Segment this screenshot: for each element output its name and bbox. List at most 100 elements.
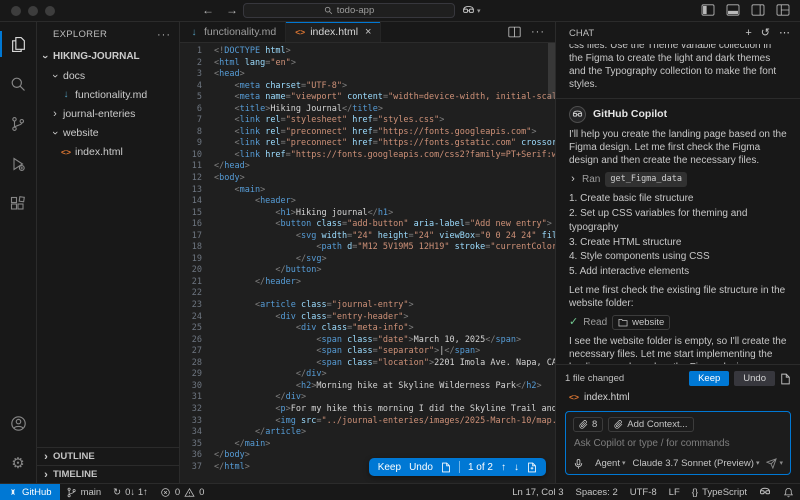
tree-item-functionality.md[interactable]: ↓functionality.md: [37, 85, 179, 104]
new-chat-icon[interactable]: +: [745, 27, 751, 40]
undo-all-button[interactable]: Undo: [734, 371, 775, 386]
code-text: <span class="date">March 10, 2025</span>: [214, 335, 521, 347]
editor-more-actions-icon[interactable]: ···: [531, 26, 545, 38]
tool-name-chip: get_Figma_data: [605, 172, 687, 187]
code-line: 24 <div class="entry-header">: [180, 312, 555, 324]
md-file-icon: ↓: [61, 89, 71, 100]
line-number: 18: [180, 242, 214, 254]
search-view-icon[interactable]: [0, 64, 36, 104]
copilot-status[interactable]: [753, 484, 777, 500]
chat-messages: css files. Use the Theme variable collec…: [556, 44, 800, 364]
encoding-setting[interactable]: UTF-8: [624, 484, 663, 500]
copilot-icon: [759, 486, 771, 498]
next-change-icon[interactable]: ↓: [514, 462, 519, 473]
previous-change-icon[interactable]: ↑: [501, 462, 506, 473]
copilot-menu-button[interactable]: ▾: [462, 4, 481, 17]
line-number: 13: [180, 185, 214, 197]
cursor-position[interactable]: Ln 17, Col 3: [506, 484, 569, 500]
language-mode[interactable]: {} TypeScript: [686, 484, 753, 500]
nav-back-icon[interactable]: ←: [202, 3, 214, 17]
attachments-chip[interactable]: 8: [573, 417, 603, 432]
customize-layout-icon[interactable]: [776, 4, 790, 16]
settings-gear-icon[interactable]: ⚙: [0, 443, 36, 483]
code-editor[interactable]: 1<!DOCTYPE html>2<html lang="en">3<head>…: [180, 43, 555, 483]
explorer-sidebar: EXPLORER ··· › HIKING-JOURNAL ›docs↓func…: [37, 22, 180, 483]
minimize-window-button[interactable]: [28, 6, 38, 16]
chat-input-box[interactable]: 8 Add Context... Ask Copilot or type / f…: [565, 411, 791, 475]
code-line: 9 <link rel="preconnect" href="https://f…: [180, 138, 555, 150]
mode-selector[interactable]: Agent ▾: [595, 457, 625, 470]
editor-group: ↓ functionality.md <> index.html × ··· 1…: [180, 22, 555, 483]
tree-item-index.html[interactable]: <>index.html: [37, 142, 179, 161]
view-changes-icon[interactable]: [780, 373, 791, 385]
model-selector[interactable]: Claude 3.7 Sonnet (Preview) ▾: [633, 457, 760, 470]
tree-root-hiking-journal[interactable]: › HIKING-JOURNAL: [37, 47, 179, 66]
tab-functionality-md[interactable]: ↓ functionality.md: [180, 22, 286, 42]
toggle-primary-sidebar-icon[interactable]: [701, 4, 715, 16]
line-number: 28: [180, 358, 214, 370]
chat-input-placeholder[interactable]: Ask Copilot or type / for commands: [574, 437, 783, 450]
line-number: 12: [180, 173, 214, 185]
tab-index-html[interactable]: <> index.html ×: [286, 22, 381, 42]
extensions-icon[interactable]: [0, 184, 36, 224]
section-timeline[interactable]: ›TIMELINE: [37, 465, 179, 483]
status-bar: GitHub main ↻ 0↓ 1↑ 0 0 Ln 17, Col 3 Spa…: [0, 483, 800, 500]
chat-more-actions-icon[interactable]: ⋯: [779, 27, 790, 40]
html-file-icon: <>: [295, 27, 305, 37]
section-outline[interactable]: ›OUTLINE: [37, 447, 179, 465]
close-tab-icon[interactable]: ×: [365, 26, 371, 38]
send-button[interactable]: ▾: [766, 457, 783, 470]
chat-step: 4. Style components using CSS: [569, 250, 787, 265]
problems-indicator[interactable]: 0 0: [154, 484, 211, 500]
branch-indicator[interactable]: main: [60, 484, 108, 500]
warning-icon: [184, 487, 195, 498]
user-message-text: css files. Use the Theme variable collec…: [569, 44, 787, 91]
chevron-right-icon: ›: [42, 451, 50, 463]
nav-forward-icon[interactable]: →: [226, 3, 238, 17]
tree-item-journal-enteries[interactable]: ›journal-enteries: [37, 104, 179, 123]
explorer-icon[interactable]: [0, 24, 36, 64]
line-number: 31: [180, 392, 214, 404]
vscode-window: ← → todo-app ▾: [0, 0, 800, 500]
changed-file-row[interactable]: <> index.html: [565, 386, 791, 411]
command-center-search[interactable]: todo-app: [243, 3, 455, 18]
account-icon[interactable]: [0, 403, 36, 443]
keep-all-button[interactable]: Keep: [689, 371, 729, 386]
add-context-button[interactable]: Add Context...: [608, 417, 693, 432]
tree-item-docs[interactable]: ›docs: [37, 66, 179, 85]
source-control-icon[interactable]: [0, 104, 36, 144]
code-text: <article class="journal-entry">: [214, 300, 414, 312]
maximize-window-button[interactable]: [45, 6, 55, 16]
code-text: <span class="location">2201 Imola Ave. N…: [214, 358, 555, 370]
chat-history-icon[interactable]: ↺: [761, 27, 770, 40]
explorer-more-actions-icon[interactable]: ···: [157, 29, 171, 41]
tool-run-row[interactable]: › Ran get_Figma_data: [569, 172, 787, 187]
attachment-count: 8: [592, 418, 597, 431]
code-line: 7 <link rel="stylesheet" href="styles.cs…: [180, 115, 555, 127]
empty-folder-text: I see the website folder is empty, so I'…: [569, 335, 787, 364]
chevron-right-icon: ›: [569, 173, 577, 186]
undo-button[interactable]: Undo: [409, 462, 433, 473]
toggle-secondary-sidebar-icon[interactable]: [751, 4, 765, 16]
indentation-setting[interactable]: Spaces: 2: [569, 484, 623, 500]
editor-scrollbar[interactable]: [548, 43, 555, 99]
remote-indicator[interactable]: GitHub: [0, 484, 60, 500]
eol-setting[interactable]: LF: [663, 484, 686, 500]
read-tool-row[interactable]: ✓ Read website: [569, 315, 787, 330]
microphone-icon[interactable]: [573, 458, 584, 470]
tree-item-website[interactable]: ›website: [37, 123, 179, 142]
open-changes-icon[interactable]: [527, 462, 537, 473]
split-editor-icon[interactable]: [508, 26, 521, 38]
run-debug-icon[interactable]: [0, 144, 36, 184]
braces-icon: {}: [692, 487, 698, 498]
open-file-icon[interactable]: [441, 462, 451, 473]
html-file-icon: <>: [569, 391, 579, 404]
keep-button[interactable]: Keep: [378, 462, 401, 473]
toggle-panel-icon[interactable]: [726, 4, 740, 16]
chevron-down-icon: ›: [49, 72, 61, 80]
chevron-down-icon: ›: [49, 129, 61, 137]
code-line: 27 <span class="separator">|</span>: [180, 346, 555, 358]
close-window-button[interactable]: [11, 6, 21, 16]
sync-indicator[interactable]: ↻ 0↓ 1↑: [107, 484, 154, 500]
notifications-bell[interactable]: [777, 484, 800, 500]
